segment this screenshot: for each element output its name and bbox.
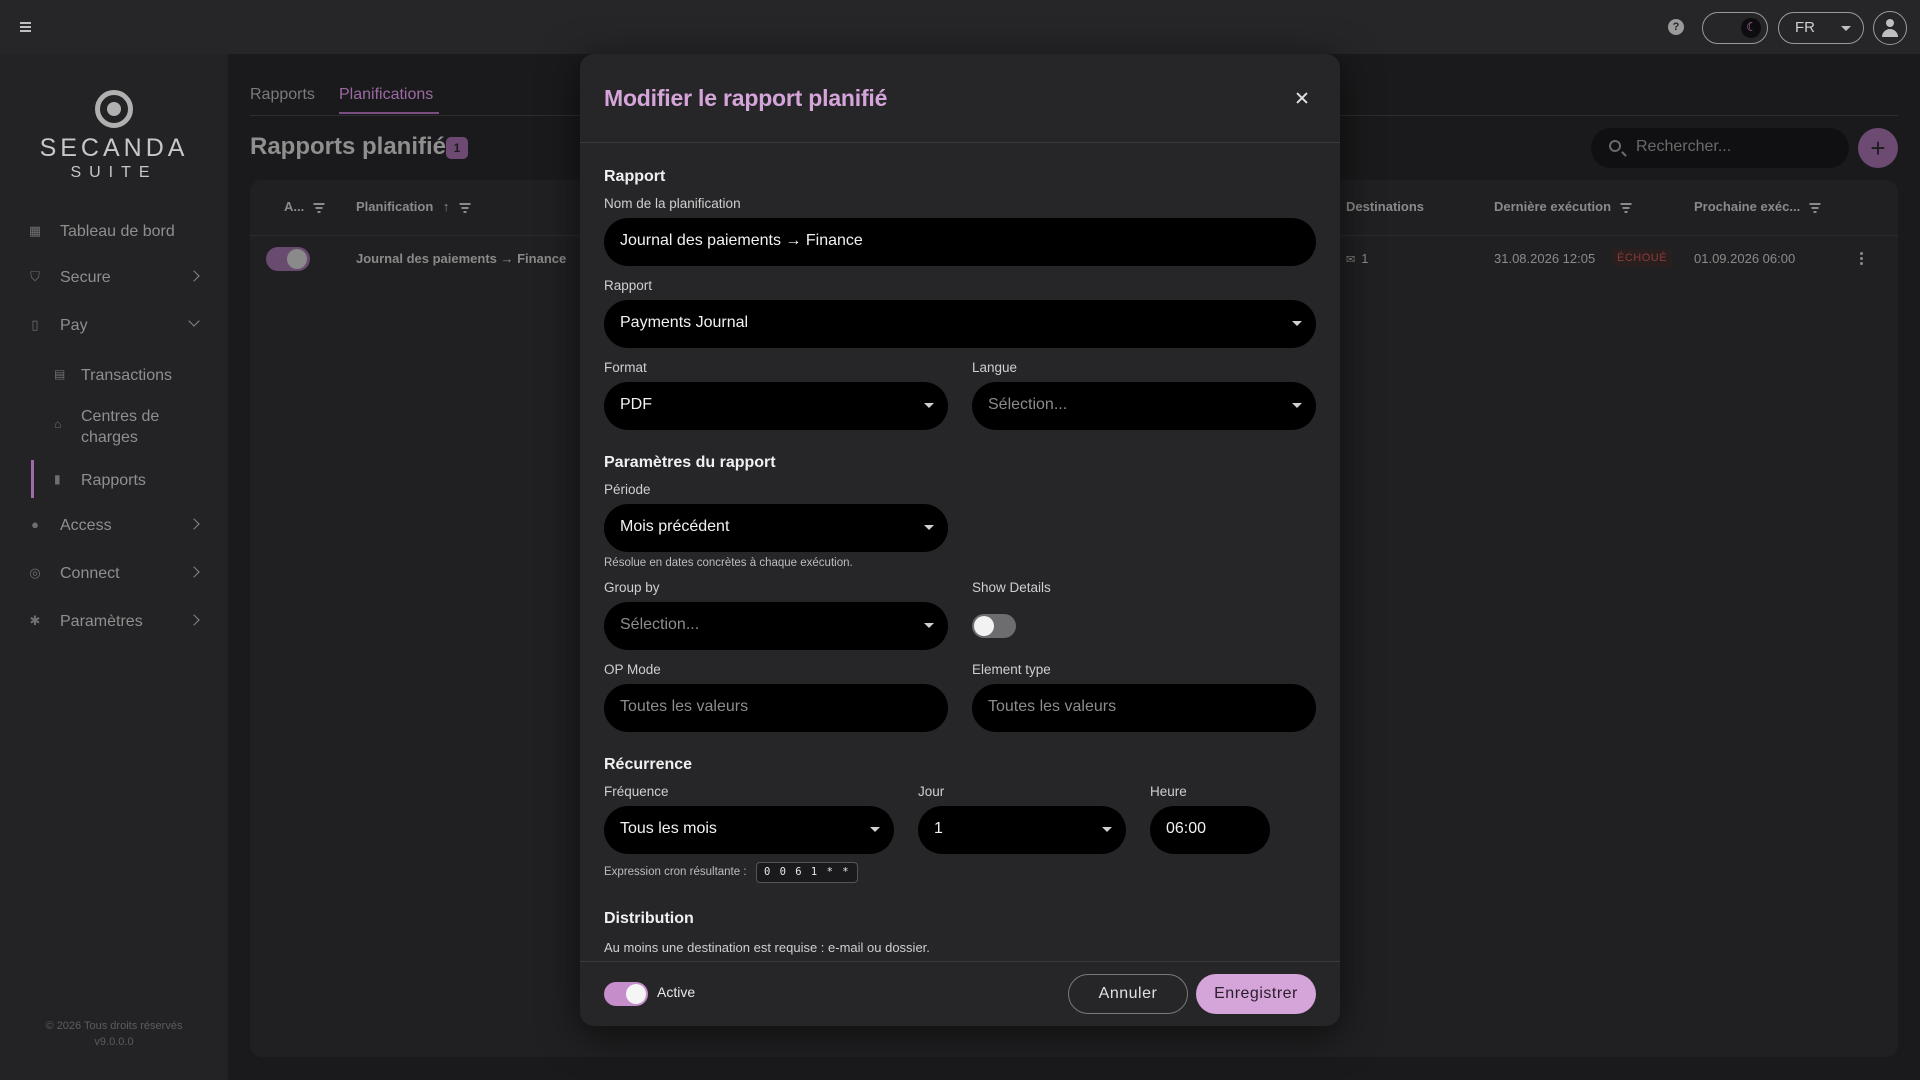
cancel-button[interactable]: Annuler <box>1068 974 1188 1014</box>
dialog-title: Modifier le rapport planifié <box>604 85 888 111</box>
report-select[interactable]: Payments Journal <box>604 300 1316 348</box>
day-label: Jour <box>918 784 945 799</box>
chevron-down-icon <box>1102 827 1112 832</box>
element-type-field[interactable] <box>972 684 1316 732</box>
period-select[interactable]: Mois précédent <box>604 504 948 552</box>
group-by-label: Group by <box>604 580 660 595</box>
language-field-select[interactable]: Sélection... <box>972 382 1316 430</box>
period-hint: Résolue en dates concrètes à chaque exéc… <box>604 557 853 569</box>
op-mode-label: OP Mode <box>604 662 661 677</box>
chevron-down-icon <box>924 525 934 530</box>
group-by-placeholder: Sélection... <box>620 616 700 633</box>
day-select[interactable]: 1 <box>918 806 1126 854</box>
show-details-toggle[interactable] <box>972 614 1016 638</box>
period-label: Période <box>604 482 651 497</box>
format-select-value: PDF <box>620 396 652 413</box>
schedule-name-label: Nom de la planification <box>604 196 741 211</box>
hour-field[interactable] <box>1150 806 1270 854</box>
schedule-name-field[interactable] <box>604 218 1316 266</box>
format-select[interactable]: PDF <box>604 382 948 430</box>
hour-input[interactable] <box>1166 820 1226 838</box>
format-label: Format <box>604 360 647 375</box>
distribution-hint: Au moins une destination est requise : e… <box>604 940 930 955</box>
schedule-name-input[interactable] <box>620 232 1272 250</box>
active-toggle-label: Active <box>657 984 696 1000</box>
element-type-label: Element type <box>972 662 1051 677</box>
chevron-down-icon <box>1292 321 1302 326</box>
language-label: Langue <box>972 360 1018 375</box>
hour-label: Heure <box>1150 784 1187 799</box>
cron-label: Expression cron résultante : <box>604 866 747 878</box>
chevron-down-icon <box>924 623 934 628</box>
op-mode-input[interactable] <box>620 698 904 716</box>
chevron-down-icon <box>924 403 934 408</box>
cron-expression: 0 0 6 1 * * <box>756 862 859 883</box>
section-title-recurrence: Récurrence <box>604 756 693 773</box>
close-icon[interactable] <box>1288 84 1316 112</box>
report-label: Rapport <box>604 278 653 293</box>
chevron-down-icon <box>870 827 880 832</box>
element-type-input[interactable] <box>988 698 1272 716</box>
report-select-value: Payments Journal <box>620 314 749 331</box>
period-select-value: Mois précédent <box>620 518 730 535</box>
frequency-select-value: Tous les mois <box>620 820 717 837</box>
section-title-report: Rapport <box>604 168 666 185</box>
show-details-label: Show Details <box>972 580 1051 595</box>
toggle-knob <box>626 984 646 1004</box>
language-select-placeholder: Sélection... <box>988 396 1068 413</box>
dialog-header-divider <box>580 142 1340 143</box>
group-by-select[interactable]: Sélection... <box>604 602 948 650</box>
frequency-label: Fréquence <box>604 784 669 799</box>
chevron-down-icon <box>1292 403 1302 408</box>
save-button[interactable]: Enregistrer <box>1196 974 1316 1014</box>
active-toggle[interactable] <box>604 982 648 1006</box>
toggle-knob <box>974 616 994 636</box>
day-select-value: 1 <box>934 820 943 837</box>
frequency-select[interactable]: Tous les mois <box>604 806 894 854</box>
section-title-params: Paramètres du rapport <box>604 454 776 471</box>
dialog-footer-divider <box>580 961 1340 962</box>
op-mode-field[interactable] <box>604 684 948 732</box>
section-title-distribution: Distribution <box>604 910 694 927</box>
edit-schedule-dialog: Modifier le rapport planifié Rapport Nom… <box>580 54 1340 1026</box>
